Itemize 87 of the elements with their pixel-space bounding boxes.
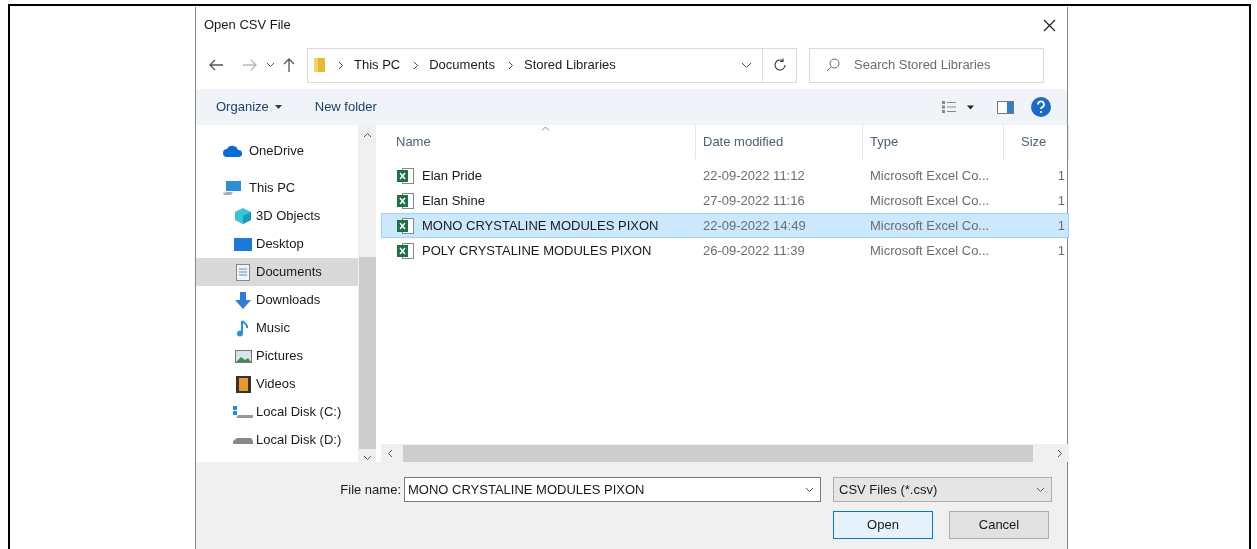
chevron-right-icon[interactable] <box>413 60 420 70</box>
file-name-field[interactable]: MONO CRYSTALINE MODULES PIXON <box>404 477 821 502</box>
desktop-icon <box>234 237 252 251</box>
file-type: Microsoft Excel Co... <box>869 191 991 210</box>
spreadsheet-file-icon <box>397 217 414 234</box>
cube-icon <box>235 208 251 224</box>
column-header[interactable]: Name <box>381 125 696 159</box>
nav-item[interactable]: Local Disk (C:) <box>196 398 358 426</box>
scroll-left-icon[interactable] <box>387 448 393 458</box>
chevron-down-icon[interactable] <box>266 62 275 68</box>
scrollbar[interactable] <box>358 125 376 462</box>
new-folder-button[interactable]: New folder <box>314 97 377 117</box>
search-placeholder: Search Stored Libraries <box>854 56 991 75</box>
film-icon <box>235 375 251 393</box>
file-name: POLY CRYSTALINE MODULES PIXON <box>422 241 652 260</box>
scroll-up-icon[interactable] <box>362 132 372 138</box>
window-title: Open CSV File <box>204 16 291 35</box>
open-button[interactable]: Open <box>833 511 933 539</box>
chevron-right-icon[interactable] <box>338 60 344 70</box>
file-row[interactable]: Elan Shine 27-09-2022 11:16 Microsoft Excel Co... 1 <box>381 188 1069 213</box>
chevron-down-icon <box>1036 486 1045 493</box>
file-type: Microsoft Excel Co... <box>869 166 991 185</box>
file-type: Microsoft Excel Co... <box>869 216 991 235</box>
file-name: Elan Shine <box>422 191 485 210</box>
folder-icon <box>314 57 325 73</box>
download-arrow-icon <box>235 291 251 309</box>
date-modified: 26-09-2022 11:39 <box>702 241 806 260</box>
column-header[interactable]: Type <box>863 125 1004 159</box>
nav-item[interactable]: Downloads <box>196 286 358 314</box>
file-row[interactable]: MONO CRYSTALINE MODULES PIXON 22-09-2022 14:49 Microsoft Excel Co... 1 <box>381 213 1069 238</box>
nav-item[interactable]: Music <box>196 314 358 342</box>
organize-menu-button[interactable]: Organize <box>216 97 282 117</box>
cloud-icon <box>223 145 243 157</box>
music-note-icon <box>237 319 249 337</box>
column-header[interactable]: Size <box>1004 125 1069 159</box>
nav-item[interactable]: Documents <box>196 258 358 286</box>
nav-item[interactable]: OneDrive <box>196 137 358 165</box>
spreadsheet-file-icon <box>397 167 414 184</box>
scroll-right-icon[interactable] <box>1057 448 1063 458</box>
caret-icon <box>274 105 282 109</box>
address-bar[interactable]: This PC Documents Stored Libraries <box>307 47 797 83</box>
preview-pane-icon[interactable] <box>997 100 1014 114</box>
file-name: MONO CRYSTALINE MODULES PIXON <box>422 216 659 235</box>
document-icon <box>236 263 250 281</box>
close-icon <box>1042 18 1056 32</box>
cancel-button[interactable]: Cancel <box>949 511 1049 539</box>
computer-icon <box>223 180 241 196</box>
nav-item[interactable]: 3D Objects <box>196 202 358 230</box>
file-size: 1 <box>1056 166 1066 185</box>
nav-item[interactable]: Local Disk (D:) <box>196 426 358 454</box>
help-icon[interactable] <box>1031 97 1051 117</box>
scroll-thumb[interactable] <box>358 257 376 449</box>
picture-icon <box>234 349 252 363</box>
file-name-label: File name: <box>339 480 401 499</box>
breadcrumb[interactable]: This PC <box>354 55 401 75</box>
nav-item[interactable]: This PC <box>196 174 358 202</box>
file-name: Elan Pride <box>422 166 482 185</box>
file-size: 1 <box>1056 241 1066 260</box>
nav-item[interactable]: Desktop <box>196 230 358 258</box>
breadcrumb[interactable]: Stored Libraries <box>524 55 616 75</box>
file-size: 1 <box>1056 191 1066 210</box>
breadcrumb[interactable]: Documents <box>429 55 495 75</box>
drive-icon <box>233 436 253 444</box>
file-size: 1 <box>1056 216 1066 235</box>
refresh-icon[interactable] <box>772 58 787 72</box>
file-row[interactable]: Elan Pride 22-09-2022 11:12 Microsoft Excel Co... 1 <box>381 163 1069 188</box>
back-arrow-icon[interactable] <box>208 59 224 71</box>
file-type-dropdown[interactable]: CSV Files (*.csv) <box>833 477 1052 502</box>
nav-item[interactable]: Videos <box>196 370 358 398</box>
view-options-icon[interactable] <box>942 101 974 113</box>
file-type: Microsoft Excel Co... <box>869 241 991 260</box>
date-modified: 22-09-2022 14:49 <box>702 216 807 235</box>
up-arrow-icon[interactable] <box>283 57 295 73</box>
date-modified: 22-09-2022 11:12 <box>702 166 806 185</box>
chevron-down-icon[interactable] <box>741 61 752 69</box>
search-field[interactable]: Search Stored Libraries <box>809 47 1044 83</box>
spreadsheet-file-icon <box>397 192 414 209</box>
column-header[interactable]: Date modified <box>696 125 863 159</box>
date-modified: 27-09-2022 11:16 <box>702 191 806 210</box>
file-row[interactable]: POLY CRYSTALINE MODULES PIXON 26-09-2022 11:39 Microsoft Excel Co... 1 <box>381 238 1069 263</box>
scroll-down-icon[interactable] <box>362 455 372 461</box>
nav-item[interactable]: Pictures <box>196 342 358 370</box>
chevron-down-icon[interactable] <box>805 486 814 493</box>
spreadsheet-file-icon <box>397 242 414 259</box>
search-icon <box>826 58 840 72</box>
chevron-right-icon[interactable] <box>508 60 514 70</box>
drive-icon <box>233 405 253 419</box>
